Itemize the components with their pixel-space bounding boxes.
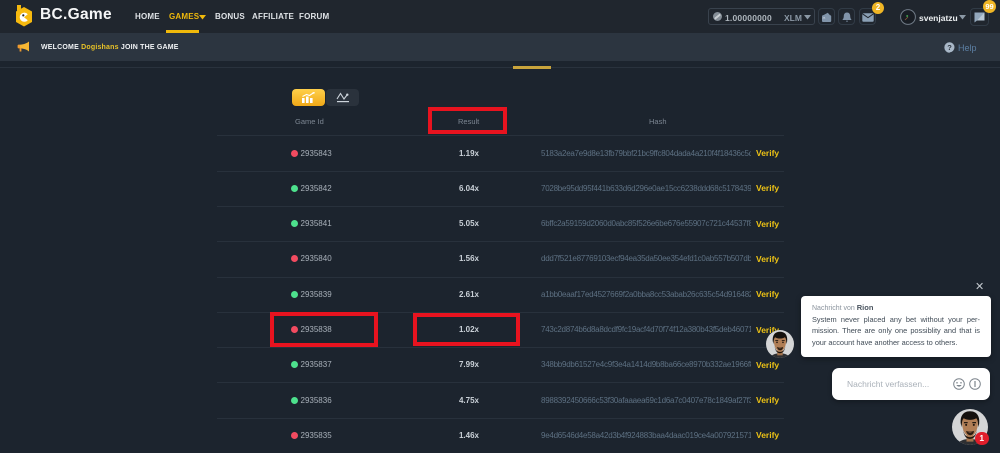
svg-text:?: ? (947, 42, 952, 51)
